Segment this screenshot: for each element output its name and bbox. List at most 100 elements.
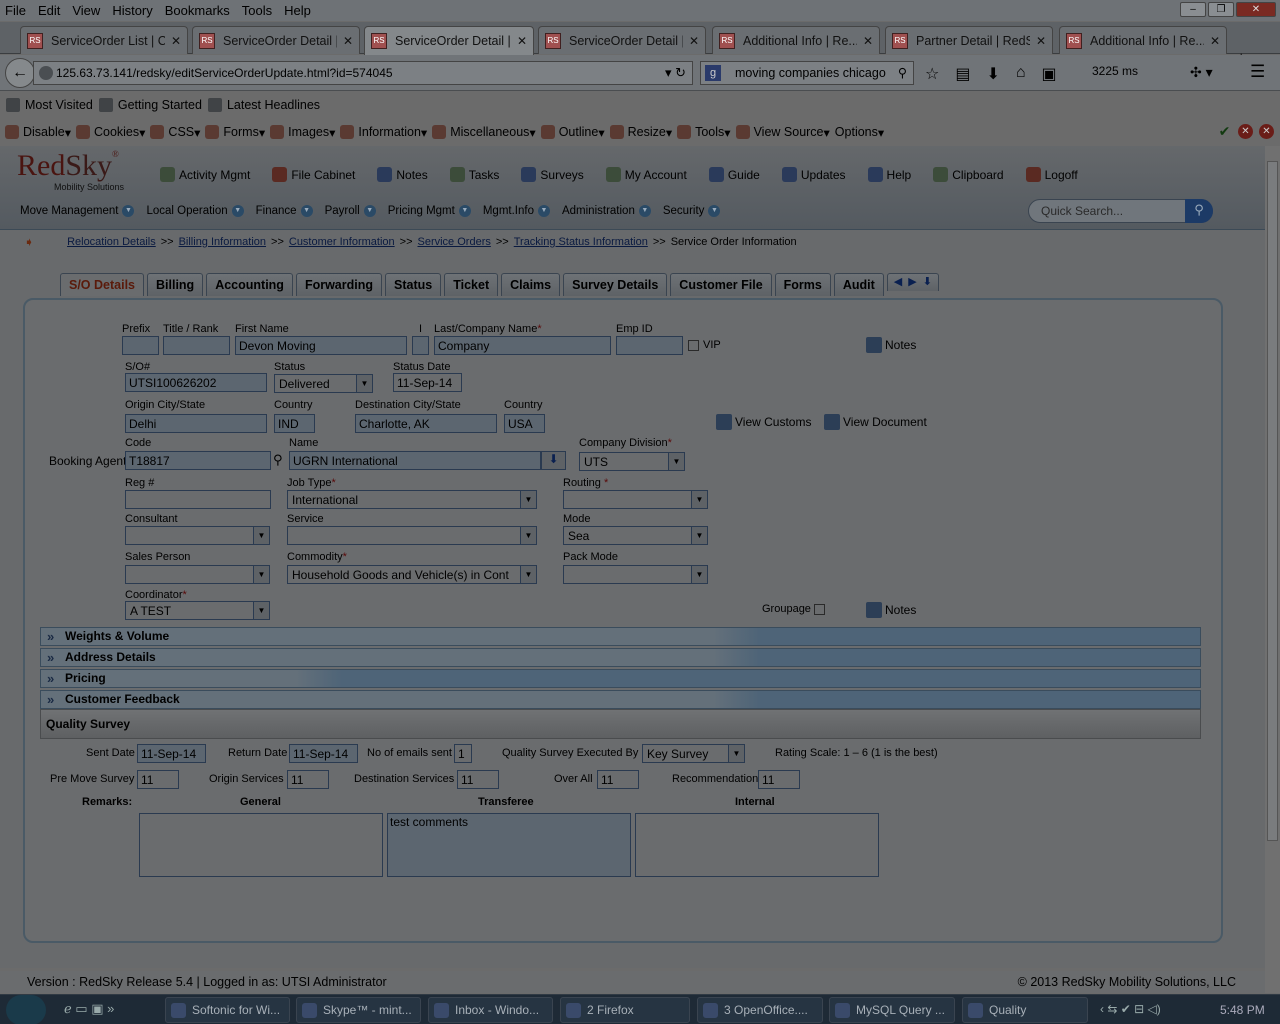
bookmark-star-icon[interactable]: ☆	[925, 64, 939, 84]
browser-tab[interactable]: RS ServiceOrder Detail |... ✕	[538, 26, 706, 54]
hamburger-menu-icon[interactable]: ☰	[1250, 62, 1265, 82]
menu-security[interactable]: Security ▼	[663, 205, 721, 217]
crumb-customer-information[interactable]: Customer Information	[289, 236, 395, 248]
menu-administration[interactable]: Administration ▼	[562, 205, 651, 217]
origin-city-field[interactable]: Delhi	[125, 414, 267, 433]
mode-select[interactable]: Sea ▼	[563, 526, 708, 545]
crumb-billing-information[interactable]: Billing Information	[179, 236, 266, 248]
menu-history[interactable]: History	[106, 3, 158, 18]
browser-tab[interactable]: RS ServiceOrder Detail |... ✕	[192, 26, 360, 54]
view-customs-button[interactable]: View Customs	[716, 414, 811, 430]
destination-country-field[interactable]: USA	[504, 414, 545, 433]
agent-dropdown-icon[interactable]: ⬇	[541, 451, 566, 470]
tab-close-icon[interactable]: ✕	[863, 34, 873, 48]
executed-by-select[interactable]: Key Survey ▼	[642, 744, 745, 763]
menu-payroll[interactable]: Payroll ▼	[325, 205, 376, 217]
back-arrow-icon[interactable]: ←	[5, 58, 35, 88]
menu-edit[interactable]: Edit	[32, 3, 66, 18]
download-icon[interactable]: ⬇	[986, 64, 999, 84]
last-name-field[interactable]: Company	[434, 336, 611, 355]
internal-remarks-textarea[interactable]	[635, 813, 879, 877]
dev-view-source[interactable]: View Source ▾	[735, 125, 830, 140]
job-type-select[interactable]: International ▼	[287, 490, 537, 509]
destination-services-field[interactable]: 11	[457, 770, 499, 789]
browser-tab[interactable]: RSPartner Detail | RedS...✕	[885, 26, 1053, 54]
dev-options[interactable]: Options ▾	[835, 125, 884, 140]
general-remarks-textarea[interactable]	[139, 813, 383, 877]
minimize-icon[interactable]: –	[1180, 2, 1206, 17]
taskbar-firefox[interactable]: 2 Firefox	[560, 997, 690, 1023]
taskbar-openoffice[interactable]: 3 OpenOffice....	[697, 997, 823, 1023]
menu-local-operation[interactable]: Local Operation ▼	[146, 205, 244, 217]
prev-arrow-icon[interactable]: ◀	[894, 274, 902, 291]
origin-services-field[interactable]: 11	[287, 770, 329, 789]
magnifier-icon[interactable]: ⚲	[898, 65, 907, 80]
menu-tools[interactable]: Tools	[236, 3, 278, 18]
close-icon[interactable]: ✕	[1236, 2, 1276, 17]
taskbar-mysql[interactable]: MySQL Query ...	[829, 997, 955, 1023]
notes-button-2[interactable]: Notes	[866, 602, 916, 618]
nav-tasks[interactable]: Tasks	[449, 167, 499, 182]
vip-checkbox[interactable]	[688, 340, 699, 351]
menu-help[interactable]: Help	[278, 3, 317, 18]
tab-close-icon[interactable]: ✕	[689, 34, 699, 48]
reload-icon[interactable]: ▾ ↻	[665, 65, 686, 81]
nav-logoff[interactable]: Logoff	[1025, 167, 1078, 182]
tab-survey-details[interactable]: Survey Details	[563, 273, 668, 296]
maximize-icon[interactable]: ❐	[1208, 2, 1234, 17]
tab-accounting[interactable]: Accounting	[206, 273, 293, 296]
dev-resize[interactable]: Resize ▾	[609, 125, 672, 140]
tab-close-icon[interactable]: ✕	[1210, 34, 1220, 48]
nav-surveys[interactable]: Surveys	[521, 167, 584, 182]
scrollbar-thumb[interactable]	[1267, 161, 1278, 841]
sent-date-field[interactable]: 11-Sep-14	[137, 744, 206, 763]
addon-icon[interactable]: ▣	[1042, 64, 1057, 84]
checkmark-icon[interactable]: ✔	[1217, 124, 1232, 139]
origin-country-field[interactable]: IND	[274, 414, 315, 433]
tab-so-details[interactable]: S/O Details	[60, 273, 144, 296]
tab-status[interactable]: Status	[385, 273, 442, 296]
tab-audit[interactable]: Audit	[833, 273, 884, 296]
tab-ticket[interactable]: Ticket	[444, 273, 499, 296]
bookmark-most-visited[interactable]: Most Visited	[6, 98, 93, 112]
tab-billing[interactable]: Billing	[147, 273, 204, 296]
nav-guide[interactable]: Guide	[708, 167, 760, 182]
section-customer-feedback[interactable]: » Customer Feedback	[40, 690, 1201, 709]
dev-images[interactable]: Images ▾	[270, 125, 335, 140]
dev-information[interactable]: Information ▾	[340, 125, 427, 140]
tab-forwarding[interactable]: Forwarding	[295, 273, 383, 296]
title-field[interactable]	[163, 336, 230, 355]
section-weights-volume[interactable]: » Weights & Volume	[40, 627, 1201, 646]
crumb-relocation-details[interactable]: Relocation Details	[67, 236, 156, 248]
tab-forms[interactable]: Forms	[774, 273, 831, 296]
service-select[interactable]: ▼	[287, 526, 537, 545]
destination-city-field[interactable]: Charlotte, AK	[355, 414, 497, 433]
nav-clipboard[interactable]: Clipboard	[933, 167, 1004, 182]
commodity-select[interactable]: Household Goods and Vehicle(s) in Cont ▼	[287, 565, 537, 584]
so-number-field[interactable]: UTSI100626202	[125, 373, 267, 392]
down-arrow-icon[interactable]: ⬇	[923, 274, 932, 291]
browser-tab[interactable]: RS Additional Info | Re... ✕	[712, 26, 880, 54]
menu-move-management[interactable]: Move Management ▼	[20, 205, 135, 217]
pre-move-survey-field[interactable]: 11	[137, 770, 179, 789]
browser-tab[interactable]: RS Additional Info | Re... ✕	[1059, 26, 1227, 54]
menu-mgmt-info[interactable]: Mgmt.Info ▼	[483, 205, 550, 217]
pack-mode-select[interactable]: ▼	[563, 565, 708, 584]
section-pricing[interactable]: » Pricing	[40, 669, 1201, 688]
url-bar[interactable]: 125.63.73.141/redsky/editServiceOrderUpd…	[33, 61, 693, 85]
tab-close-icon[interactable]: ✕	[517, 34, 527, 48]
bookmarks-list-icon[interactable]: ▤	[955, 64, 970, 84]
dev-outline[interactable]: Outline ▾	[540, 125, 605, 140]
prefix-field[interactable]	[122, 336, 159, 355]
menu-view[interactable]: View	[66, 3, 106, 18]
recommendation-field[interactable]: 11	[758, 770, 800, 789]
lookup-magnifier-icon[interactable]: ⚲	[273, 452, 283, 468]
extension-icon[interactable]: ✣ ▾	[1190, 64, 1213, 81]
tab-close-icon[interactable]: ✕	[1036, 34, 1046, 48]
browser-tab[interactable]: RS ServiceOrder List | C... ✕	[20, 26, 188, 54]
notes-button[interactable]: Notes	[866, 337, 916, 353]
dev-css[interactable]: CSS ▾	[150, 125, 200, 140]
routing-select[interactable]: ▼	[563, 490, 708, 509]
browser-tab-active[interactable]: RS ServiceOrder Detail |... ✕	[364, 26, 534, 55]
nav-file-cabinet[interactable]: File Cabinet	[272, 167, 355, 182]
